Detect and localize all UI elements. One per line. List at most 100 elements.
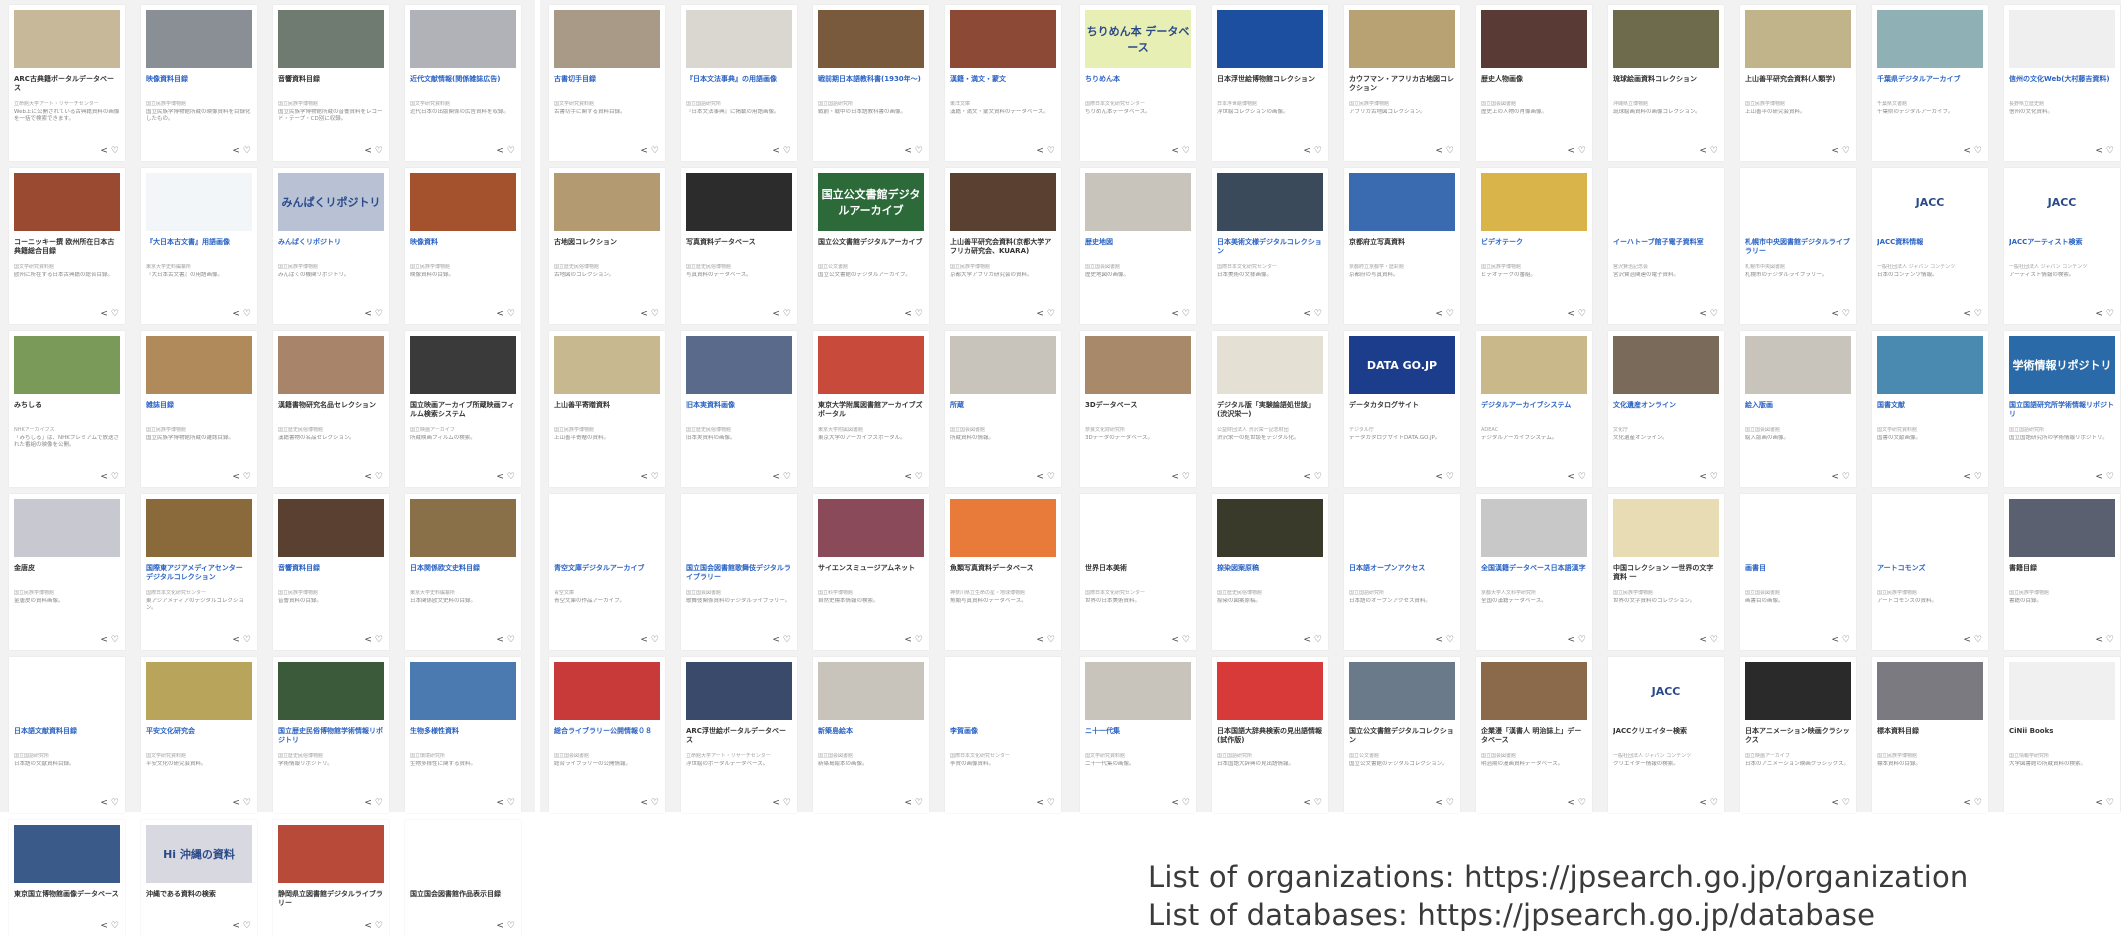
card-title-link[interactable]: 日本語文献資料目録 xyxy=(14,727,120,751)
share-icon[interactable]: < xyxy=(1831,472,1839,482)
share-icon[interactable]: < xyxy=(1303,146,1311,156)
card-title-link[interactable]: ARC古典籍ポータルデータベース xyxy=(14,75,120,99)
card-title-link[interactable]: 金唐皮 xyxy=(14,564,120,588)
heart-icon[interactable]: ♡ xyxy=(1182,798,1190,808)
database-card[interactable]: 『大日本古文書』用語画像 東京大学史料編纂所 『大日本古文書』の用語画像。 < ♡ xyxy=(141,168,257,324)
heart-icon[interactable]: ♡ xyxy=(1314,798,1322,808)
card-thumbnail-image[interactable] xyxy=(14,662,120,720)
database-card[interactable]: 信州の文化Web(大村藤吉資料) 長野県立歴史館 信州の文化資料。 < ♡ xyxy=(2004,5,2120,161)
card-title-link[interactable]: 3Dデータベース xyxy=(1085,401,1191,425)
heart-icon[interactable]: ♡ xyxy=(111,798,119,808)
card-thumbnail-image[interactable] xyxy=(1349,10,1455,68)
heart-icon[interactable]: ♡ xyxy=(1446,146,1454,156)
heart-icon[interactable]: ♡ xyxy=(783,798,791,808)
card-title-link[interactable]: 総合ライブラリー公開情報０８ xyxy=(554,727,660,751)
share-icon[interactable]: < xyxy=(1435,146,1443,156)
card-title-link[interactable]: JACCクリエイター検索 xyxy=(1613,727,1719,751)
share-icon[interactable]: < xyxy=(1699,146,1707,156)
card-thumbnail-image[interactable] xyxy=(1877,499,1983,557)
share-icon[interactable]: < xyxy=(496,472,504,482)
heart-icon[interactable]: ♡ xyxy=(1974,798,1982,808)
card-title-link[interactable]: 音響資料目録 xyxy=(278,75,384,99)
card-thumbnail-image[interactable] xyxy=(950,173,1056,231)
database-card[interactable]: 国立公文書館デジタルコレクション 国立公文書館 国立公文書館のデジタルコレクション。… xyxy=(1344,657,1460,813)
database-card[interactable]: 国立国会図書館作品表示目録 < ♡ xyxy=(405,820,521,936)
card-thumbnail-image[interactable] xyxy=(1085,336,1191,394)
card-title-link[interactable]: デジタル版「実験論語処世談」(渋沢栄一) xyxy=(1217,401,1323,425)
card-title-link[interactable]: 古書切手目録 xyxy=(554,75,660,99)
card-title-link[interactable]: 魚類写真資料データベース xyxy=(950,564,1056,588)
share-icon[interactable]: < xyxy=(1036,472,1044,482)
card-thumbnail-image[interactable] xyxy=(1877,10,1983,68)
card-title-link[interactable]: 漢籍書物研究名品セレクション xyxy=(278,401,384,425)
card-title-link[interactable]: ちりめん本 xyxy=(1085,75,1191,99)
share-icon[interactable]: < xyxy=(100,146,108,156)
card-thumbnail-image[interactable] xyxy=(278,662,384,720)
card-thumbnail-image[interactable] xyxy=(1217,499,1323,557)
card-thumbnail-image[interactable] xyxy=(410,499,516,557)
heart-icon[interactable]: ♡ xyxy=(1446,635,1454,645)
card-thumbnail-image[interactable] xyxy=(14,499,120,557)
database-card[interactable]: 所蔵 国立国会図書館 所蔵資料の情報。 < ♡ xyxy=(945,331,1061,487)
card-title-link[interactable]: 企業漫「漢書人 明治誌上」データベース xyxy=(1481,727,1587,751)
database-card[interactable]: 企業漫「漢書人 明治誌上」データベース 国立国会図書館 明治期の漫画資料データベース… xyxy=(1476,657,1592,813)
card-thumbnail-image[interactable] xyxy=(278,499,384,557)
card-title-link[interactable]: みんぱくリポジトリ xyxy=(278,238,384,262)
database-card[interactable]: 国立国会図書館歌舞伎デジタルライブラリー 国立国会図書館 歌舞伎関係資料のデジタルラ… xyxy=(681,494,797,650)
card-thumbnail-image[interactable] xyxy=(14,825,120,883)
share-icon[interactable]: < xyxy=(1303,798,1311,808)
card-title-link[interactable]: 国立国会図書館作品表示目録 xyxy=(410,890,516,914)
share-icon[interactable]: < xyxy=(1831,309,1839,319)
share-icon[interactable]: < xyxy=(364,146,372,156)
card-thumbnail-image[interactable] xyxy=(278,336,384,394)
card-title-link[interactable]: データカタログサイト xyxy=(1349,401,1455,425)
card-title-link[interactable]: 静岡県立図書館デジタルライブラリー xyxy=(278,890,384,914)
share-icon[interactable]: < xyxy=(100,798,108,808)
share-icon[interactable]: < xyxy=(1036,635,1044,645)
card-title-link[interactable]: アートコモンズ xyxy=(1877,564,1983,588)
heart-icon[interactable]: ♡ xyxy=(651,309,659,319)
share-icon[interactable]: < xyxy=(1303,472,1311,482)
card-thumbnail-image[interactable]: JACC xyxy=(1613,662,1719,720)
share-icon[interactable]: < xyxy=(232,309,240,319)
share-icon[interactable]: < xyxy=(232,921,240,931)
database-card[interactable]: 東京大学附属図書館アーカイブズポータル 東京大学附属図書館 東京大学のアーカイブズポ… xyxy=(813,331,929,487)
database-card[interactable]: ARC浮世絵ポータルデータベース 立命館大学アート・リサーチセンター 浮世絵のポータ… xyxy=(681,657,797,813)
card-title-link[interactable]: ARC浮世絵ポータルデータベース xyxy=(686,727,792,751)
heart-icon[interactable]: ♡ xyxy=(783,146,791,156)
card-thumbnail-image[interactable] xyxy=(146,10,252,68)
card-title-link[interactable]: 世界日本美術 xyxy=(1085,564,1191,588)
heart-icon[interactable]: ♡ xyxy=(1446,798,1454,808)
card-title-link[interactable]: 国立歴史民俗博物館学術情報リポジトリ xyxy=(278,727,384,751)
heart-icon[interactable]: ♡ xyxy=(1974,309,1982,319)
heart-icon[interactable]: ♡ xyxy=(651,472,659,482)
card-thumbnail-image[interactable] xyxy=(1085,499,1191,557)
heart-icon[interactable]: ♡ xyxy=(1974,146,1982,156)
card-title-link[interactable]: 国立国語研究所学術情報リポジトリ xyxy=(2009,401,2115,425)
card-thumbnail-image[interactable]: DATA GO.JP xyxy=(1349,336,1455,394)
share-icon[interactable]: < xyxy=(1435,309,1443,319)
database-card[interactable]: ARC古典籍ポータルデータベース 立命館大学アート・リサーチセンター Web上に公開… xyxy=(9,5,125,161)
card-thumbnail-image[interactable]: JACC xyxy=(1877,173,1983,231)
heart-icon[interactable]: ♡ xyxy=(1710,472,1718,482)
database-card[interactable]: 日本語オープンアクセス 国立国語研究所 日本語のオープンアクセス資料。 < ♡ xyxy=(1344,494,1460,650)
database-card[interactable]: 古書切手目録 国文学研究資料館 古書切手に関する資料目録。 < ♡ xyxy=(549,5,665,161)
card-title-link[interactable]: ビデオテーク xyxy=(1481,238,1587,262)
card-title-link[interactable]: イーハトーブ館子電子資料室 xyxy=(1613,238,1719,262)
card-title-link[interactable]: 国立公文書館デジタルアーカイブ xyxy=(818,238,924,262)
card-title-link[interactable]: 写真資料データベース xyxy=(686,238,792,262)
share-icon[interactable]: < xyxy=(1963,309,1971,319)
card-thumbnail-image[interactable] xyxy=(554,10,660,68)
database-card[interactable]: 総合ライブラリー公開情報０８ 国立国会図書館 総合ライブラリーの公開情報。 < ♡ xyxy=(549,657,665,813)
database-card[interactable]: 上山善平研究会資料(京都大学アフリカ研究会、KUARA) 国立民族学博物館 京都大学… xyxy=(945,168,1061,324)
card-thumbnail-image[interactable] xyxy=(818,499,924,557)
share-icon[interactable]: < xyxy=(1567,146,1575,156)
share-icon[interactable]: < xyxy=(1435,635,1443,645)
heart-icon[interactable]: ♡ xyxy=(1974,635,1982,645)
card-thumbnail-image[interactable] xyxy=(1613,499,1719,557)
heart-icon[interactable]: ♡ xyxy=(375,309,383,319)
card-title-link[interactable]: 捺染図案原稿 xyxy=(1217,564,1323,588)
share-icon[interactable]: < xyxy=(640,309,648,319)
card-title-link[interactable]: みちしる xyxy=(14,401,120,425)
card-title-link[interactable]: 旧本実資料画像 xyxy=(686,401,792,425)
